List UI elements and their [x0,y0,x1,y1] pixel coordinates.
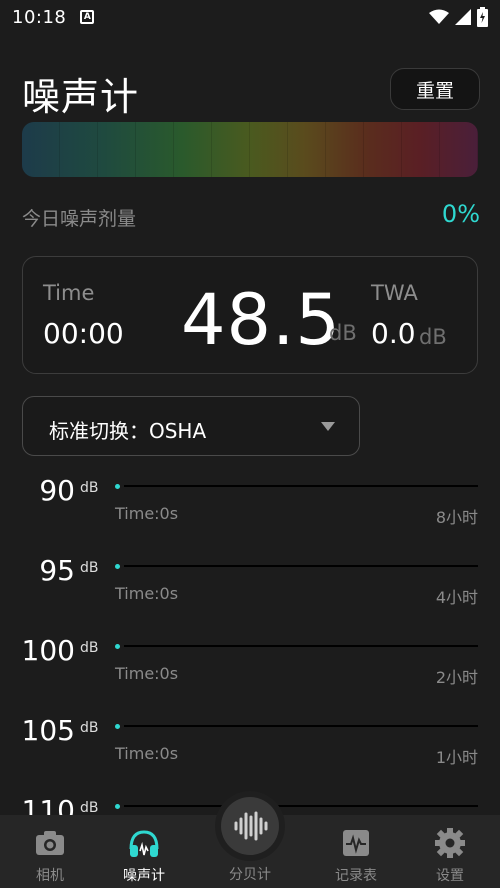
time-label: Time [43,281,95,305]
current-db-unit: dB [329,321,357,345]
progress-track [124,645,478,647]
wifi-icon [429,9,449,25]
level-hours: 1小时 [435,748,478,767]
headphones-icon [126,825,162,861]
twa-label: TWA [371,281,418,305]
list-item: 100 dB Time:0s 2小时 [0,630,500,710]
level-time: Time:0s [115,744,179,763]
nav-label-noise-meter: 噪声计 [123,868,165,884]
gear-icon [432,825,468,861]
standard-select[interactable]: 标准切换：OSHA [22,396,360,456]
level-db-value: 105 [21,714,75,747]
level-db-unit: dB [80,480,99,496]
level-time: Time:0s [115,504,179,523]
noise-level-gradient-bar [22,122,478,177]
header: 噪声计 重置 [22,64,480,119]
nav-item-settings[interactable]: 设置 [400,815,500,888]
level-hours: 2小时 [435,668,478,687]
level-hours: 4小时 [435,588,478,607]
meter-card: Time 00:00 48.5 dB TWA 0.0 dB [22,256,478,374]
progress-track [124,565,478,567]
list-item: 95 dB Time:0s 4小时 [0,550,500,630]
level-db-unit: dB [80,720,99,736]
progress-track [124,485,478,487]
nav-label-decibel-meter: 分贝计 [229,867,271,883]
status-time: 10:18 [12,6,67,28]
standard-select-label: 标准切换：OSHA [49,419,207,443]
status-icons [429,7,488,27]
daily-dose-value: 0% [441,200,480,228]
current-db-value: 48.5 [181,279,341,361]
level-time: Time:0s [115,664,179,683]
progress-dot [115,644,120,649]
level-db-value: 100 [21,634,75,667]
signal-icon [455,9,471,25]
nav-label-settings: 设置 [436,868,464,884]
level-hours: 8小时 [435,508,478,527]
progress-dot [115,724,120,729]
page-title: 噪声计 [22,75,140,119]
progress-dot [115,804,120,809]
twa-unit: dB [419,325,447,349]
chevron-down-icon [321,422,335,431]
progress-dot [115,484,120,489]
nav-item-records[interactable]: 记录表 [306,815,406,888]
level-db-value: 95 [39,554,75,587]
level-db-unit: dB [80,800,99,815]
nav-label-records: 记录表 [335,868,377,884]
daily-dose-row: 今日噪声剂量 0% [22,200,480,232]
decibel-meter-button[interactable] [221,797,279,855]
nav-item-noise-meter[interactable]: 噪声计 [94,815,194,888]
list-item: 105 dB Time:0s 1小时 [0,710,500,790]
level-time: Time:0s [115,584,179,603]
status-bar: 10:18 A [0,0,500,34]
level-db-value: 90 [39,474,75,507]
twa-value: 0.0 [371,317,416,350]
nav-item-camera[interactable]: 相机 [0,815,100,888]
level-db-unit: dB [80,640,99,656]
waveform-chart-icon [338,825,374,861]
progress-track [124,725,478,727]
camera-icon [32,825,68,861]
level-db-unit: dB [80,560,99,576]
progress-dot [115,564,120,569]
battery-charging-icon [477,7,488,27]
exposure-level-list[interactable]: 90 dB Time:0s 8小时 95 dB Time:0s 4小时 100 … [0,470,500,815]
time-value: 00:00 [43,317,124,350]
daily-dose-label: 今日噪声剂量 [22,208,137,230]
list-item: 90 dB Time:0s 8小时 [0,470,500,550]
notification-a-icon: A [80,10,95,24]
reset-button[interactable]: 重置 [390,68,480,110]
sound-wave-icon [234,811,268,841]
level-db-value: 110 [21,794,75,815]
progress-track [124,805,478,807]
nav-label-camera: 相机 [36,868,64,884]
